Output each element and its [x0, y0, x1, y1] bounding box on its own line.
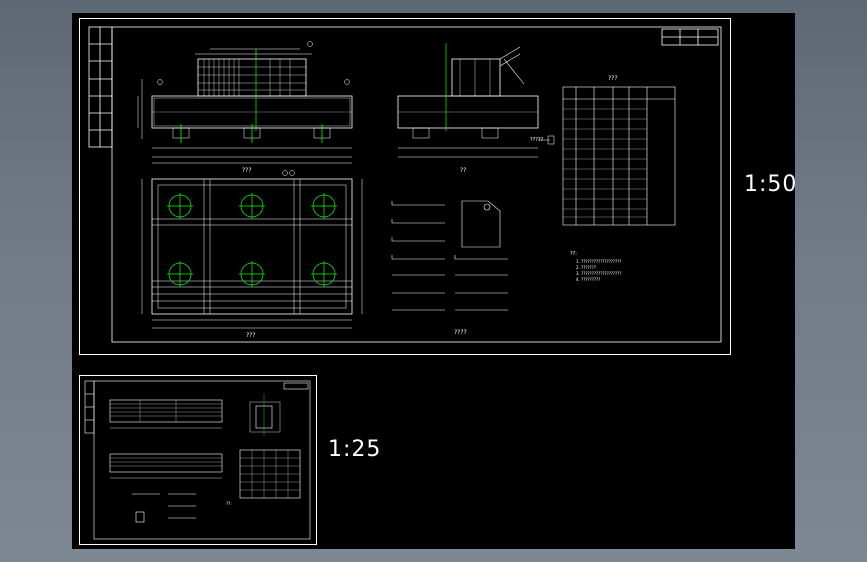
notes-list: 1. ??????????????????? 2. ??????? 3. ???…	[576, 259, 696, 283]
sheet-2-notes-title: ??:	[226, 501, 232, 506]
note-line: 4. ?????????	[576, 277, 601, 282]
plan-view	[141, 170, 363, 329]
elevation-view-title: ???	[242, 167, 252, 174]
section-view	[249, 394, 281, 436]
table-title: ???	[608, 75, 618, 82]
sheet-1-inner-frame	[111, 26, 722, 343]
rebar-view-title: ????	[454, 329, 467, 336]
dimension-label: ?????	[530, 137, 544, 143]
beam-elevation-top	[109, 399, 223, 429]
sheet-2-outer-frame[interactable]: ??:	[79, 375, 317, 545]
side-view-title: ??	[460, 167, 467, 174]
sheet-2-inner-frame	[93, 380, 311, 540]
sheet-1-drawing	[88, 26, 722, 343]
beam-elevation-bottom	[109, 453, 223, 479]
sheet-2-rebar-details	[132, 493, 196, 523]
drawing-viewport[interactable]: ??? ?? ??? ???? ??? ????? ??: 1. ???????…	[72, 13, 798, 549]
rebar-details	[391, 200, 508, 311]
rebar-schedule-table	[562, 86, 676, 226]
sheet-2-drawing	[84, 380, 311, 540]
scale-label-sheet-2: 1:25	[328, 437, 382, 462]
plan-view-title: ???	[246, 332, 256, 339]
notes-title: ??:	[570, 251, 577, 257]
sheet-1-left-title-block	[88, 26, 113, 148]
sheet-2-table	[239, 449, 301, 499]
sheet-1-outer-frame[interactable]: ??? ?? ??? ???? ??? ????? ??: 1. ???????…	[79, 18, 731, 355]
scale-label-sheet-1: 1:50	[744, 172, 798, 197]
elevation-view	[137, 41, 353, 164]
